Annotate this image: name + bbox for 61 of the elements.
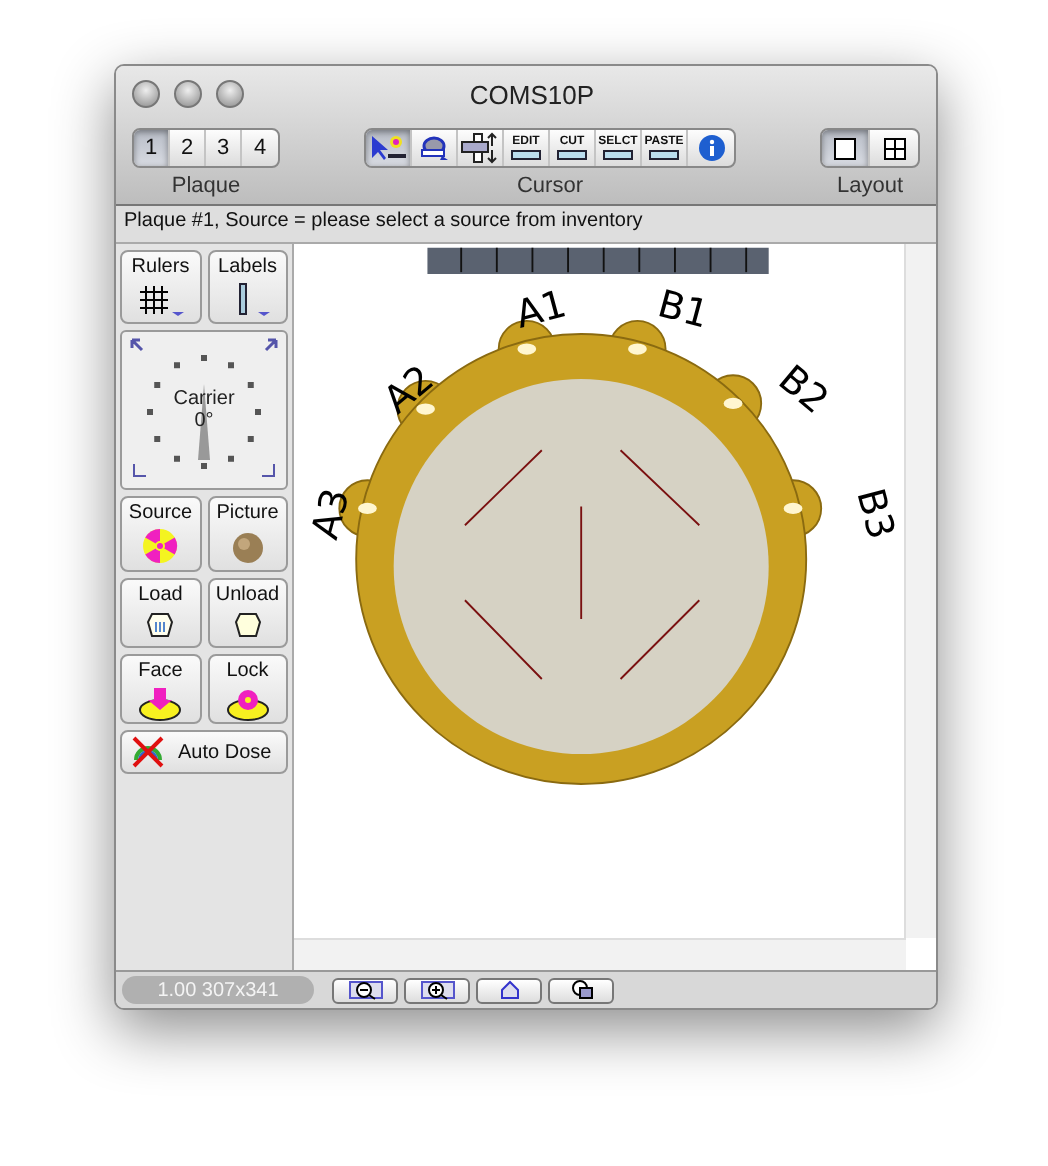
pointer-icon [368,134,408,162]
position-label: B3 [847,484,903,544]
unload-icon [233,610,262,638]
sidebar-button[interactable]: Face [120,654,201,724]
grid-icon [136,282,185,318]
zoom-button[interactable] [216,80,244,108]
field-bar-icon [648,150,680,160]
position-label: A3 [303,484,359,544]
view-button[interactable] [476,977,542,1003]
sidebar-button[interactable]: Unload [207,578,288,648]
field-bar-icon [601,150,634,160]
position-label: A1 [511,282,572,338]
sidebar-button[interactable]: Picture [207,496,288,572]
status-message: Plaque #1, Source = please select a source from inventory [116,206,936,244]
position-label: B2 [769,357,837,423]
zoom-readout: 1.00 307x341 [122,976,314,1004]
lock-icon [223,686,272,722]
single-pane-icon [834,137,856,159]
toggle-button[interactable]: Rulers [120,250,201,324]
group-label: Cursor [516,174,583,198]
carrier-angle: 0° [194,410,214,432]
field-bar-icon [510,150,542,160]
position-label: A2 [375,357,443,423]
seed-icon [229,528,266,564]
plaque-tab[interactable]: 2 [170,130,206,166]
position-label: B1 [653,282,714,338]
overlap-icon [569,980,593,1000]
view-button[interactable] [332,977,398,1003]
face-icon [136,686,185,722]
vertical-scrollbar[interactable] [904,244,936,938]
auto-dose-button[interactable]: Auto Dose [120,730,288,774]
sidebar-button[interactable]: Load [120,578,201,648]
sidebar-button[interactable]: Lock [207,654,288,724]
four-pane-icon [883,137,905,159]
view-button[interactable] [548,977,614,1003]
plaque-tab[interactable]: 3 [206,130,242,166]
group-label: Plaque [171,174,241,198]
plaque-tab[interactable]: 1 [134,130,170,166]
layout-button[interactable] [822,130,870,166]
home-icon [499,980,519,1000]
view-button[interactable] [404,977,470,1003]
sidebar-button[interactable]: Source [120,496,201,572]
radiation-icon [142,528,179,564]
group-label: Layout [836,174,904,198]
horizontal-scrollbar[interactable] [294,938,906,970]
toggle-button[interactable]: Labels [207,250,288,324]
carrier-label: Carrier [173,388,235,410]
cursor-tool-button[interactable] [458,130,504,166]
field-bar-icon [556,150,588,160]
zoom-in-icon [419,980,455,1000]
carrier-dial[interactable]: Carrier 0° [120,330,288,490]
plaque-tab[interactable]: 4 [242,130,278,166]
minimize-button[interactable] [174,80,202,108]
load-icon [146,610,175,638]
rotate-icon [416,134,452,162]
move-icon [460,132,500,164]
info-icon [697,134,725,162]
window-title: COMS10P [467,79,597,109]
cursor-tool-button[interactable] [366,130,412,166]
zoom-out-icon [347,980,383,1000]
close-button[interactable] [132,80,160,108]
